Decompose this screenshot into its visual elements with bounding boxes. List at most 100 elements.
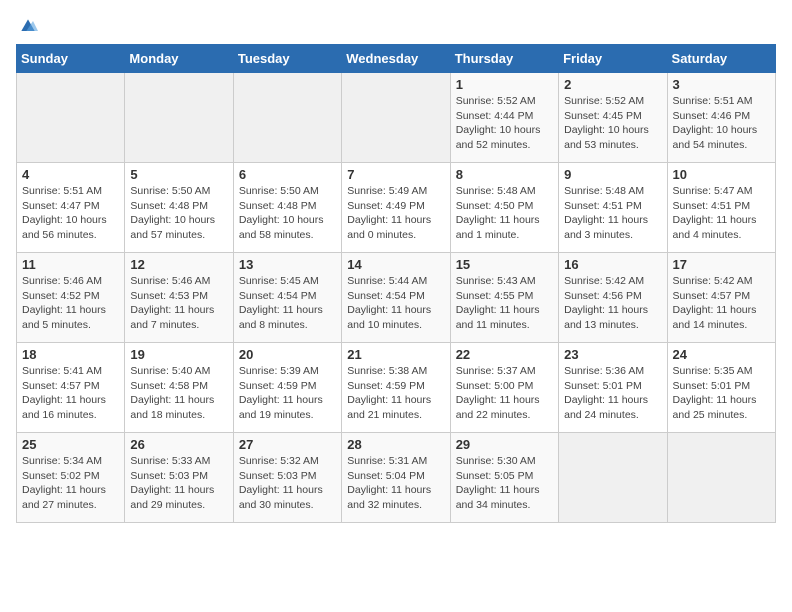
- calendar-cell: 20 Sunrise: 5:39 AMSunset: 4:59 PMDayligh…: [233, 343, 341, 433]
- week-row-3: 11 Sunrise: 5:46 AMSunset: 4:52 PMDayligh…: [17, 253, 776, 343]
- day-number: 10: [673, 167, 770, 182]
- calendar-cell: 24 Sunrise: 5:35 AMSunset: 5:01 PMDayligh…: [667, 343, 775, 433]
- calendar-cell: 12 Sunrise: 5:46 AMSunset: 4:53 PMDayligh…: [125, 253, 233, 343]
- day-number: 5: [130, 167, 227, 182]
- calendar-cell: 10 Sunrise: 5:47 AMSunset: 4:51 PMDayligh…: [667, 163, 775, 253]
- calendar-cell: 11 Sunrise: 5:46 AMSunset: 4:52 PMDayligh…: [17, 253, 125, 343]
- cell-info: Sunrise: 5:47 AMSunset: 4:51 PMDaylight:…: [673, 184, 770, 243]
- header-wednesday: Wednesday: [342, 45, 450, 73]
- calendar-cell: [667, 433, 775, 523]
- calendar-cell: 2 Sunrise: 5:52 AMSunset: 4:45 PMDaylight…: [559, 73, 667, 163]
- calendar-cell: 17 Sunrise: 5:42 AMSunset: 4:57 PMDayligh…: [667, 253, 775, 343]
- cell-info: Sunrise: 5:32 AMSunset: 5:03 PMDaylight:…: [239, 454, 336, 513]
- calendar-cell: 4 Sunrise: 5:51 AMSunset: 4:47 PMDaylight…: [17, 163, 125, 253]
- calendar-cell: 29Sunrise: 5:30 AMSunset: 5:05 PMDayligh…: [450, 433, 558, 523]
- day-number: 20: [239, 347, 336, 362]
- cell-info: Sunrise: 5:44 AMSunset: 4:54 PMDaylight:…: [347, 274, 444, 333]
- cell-info: Sunrise: 5:31 AMSunset: 5:04 PMDaylight:…: [347, 454, 444, 513]
- day-number: 28: [347, 437, 444, 452]
- calendar-cell: 7 Sunrise: 5:49 AMSunset: 4:49 PMDaylight…: [342, 163, 450, 253]
- day-number: 19: [130, 347, 227, 362]
- day-number: 1: [456, 77, 553, 92]
- calendar-cell: 27Sunrise: 5:32 AMSunset: 5:03 PMDayligh…: [233, 433, 341, 523]
- day-number: 23: [564, 347, 661, 362]
- cell-info: Sunrise: 5:43 AMSunset: 4:55 PMDaylight:…: [456, 274, 553, 333]
- cell-info: Sunrise: 5:46 AMSunset: 4:52 PMDaylight:…: [22, 274, 119, 333]
- day-number: 29: [456, 437, 553, 452]
- calendar-cell: 8 Sunrise: 5:48 AMSunset: 4:50 PMDaylight…: [450, 163, 558, 253]
- header-monday: Monday: [125, 45, 233, 73]
- calendar-cell: 25Sunrise: 5:34 AMSunset: 5:02 PMDayligh…: [17, 433, 125, 523]
- day-number: 14: [347, 257, 444, 272]
- cell-info: Sunrise: 5:52 AMSunset: 4:45 PMDaylight:…: [564, 94, 661, 153]
- cell-info: Sunrise: 5:51 AMSunset: 4:46 PMDaylight:…: [673, 94, 770, 153]
- calendar-cell: [342, 73, 450, 163]
- week-row-1: 1 Sunrise: 5:52 AMSunset: 4:44 PMDaylight…: [17, 73, 776, 163]
- day-number: 18: [22, 347, 119, 362]
- cell-info: Sunrise: 5:50 AMSunset: 4:48 PMDaylight:…: [239, 184, 336, 243]
- calendar-header-row: SundayMondayTuesdayWednesdayThursdayFrid…: [17, 45, 776, 73]
- logo: [16, 16, 38, 36]
- calendar-cell: 3 Sunrise: 5:51 AMSunset: 4:46 PMDaylight…: [667, 73, 775, 163]
- logo-icon: [18, 16, 38, 36]
- day-number: 7: [347, 167, 444, 182]
- calendar-cell: 13 Sunrise: 5:45 AMSunset: 4:54 PMDayligh…: [233, 253, 341, 343]
- day-number: 9: [564, 167, 661, 182]
- calendar-cell: 23 Sunrise: 5:36 AMSunset: 5:01 PMDayligh…: [559, 343, 667, 433]
- calendar-cell: 19 Sunrise: 5:40 AMSunset: 4:58 PMDayligh…: [125, 343, 233, 433]
- day-number: 3: [673, 77, 770, 92]
- cell-info: Sunrise: 5:41 AMSunset: 4:57 PMDaylight:…: [22, 364, 119, 423]
- calendar-cell: 1 Sunrise: 5:52 AMSunset: 4:44 PMDaylight…: [450, 73, 558, 163]
- week-row-4: 18 Sunrise: 5:41 AMSunset: 4:57 PMDayligh…: [17, 343, 776, 433]
- header-thursday: Thursday: [450, 45, 558, 73]
- day-number: 6: [239, 167, 336, 182]
- calendar-cell: 14 Sunrise: 5:44 AMSunset: 4:54 PMDayligh…: [342, 253, 450, 343]
- calendar-cell: [559, 433, 667, 523]
- day-number: 12: [130, 257, 227, 272]
- day-number: 17: [673, 257, 770, 272]
- calendar-table: SundayMondayTuesdayWednesdayThursdayFrid…: [16, 44, 776, 523]
- calendar-cell: 21 Sunrise: 5:38 AMSunset: 4:59 PMDayligh…: [342, 343, 450, 433]
- calendar-cell: 22 Sunrise: 5:37 AMSunset: 5:00 PMDayligh…: [450, 343, 558, 433]
- calendar-cell: 28 Sunrise: 5:31 AMSunset: 5:04 PMDayligh…: [342, 433, 450, 523]
- cell-info: Sunrise: 5:48 AMSunset: 4:50 PMDaylight:…: [456, 184, 553, 243]
- cell-info: Sunrise: 5:46 AMSunset: 4:53 PMDaylight:…: [130, 274, 227, 333]
- cell-info: Sunrise: 5:48 AMSunset: 4:51 PMDaylight:…: [564, 184, 661, 243]
- cell-info: Sunrise: 5:51 AMSunset: 4:47 PMDaylight:…: [22, 184, 119, 243]
- cell-info: Sunrise: 5:40 AMSunset: 4:58 PMDaylight:…: [130, 364, 227, 423]
- cell-info: Sunrise: 5:42 AMSunset: 4:57 PMDaylight:…: [673, 274, 770, 333]
- day-number: 21: [347, 347, 444, 362]
- day-number: 22: [456, 347, 553, 362]
- cell-info: Sunrise: 5:38 AMSunset: 4:59 PMDaylight:…: [347, 364, 444, 423]
- cell-info: Sunrise: 5:33 AMSunset: 5:03 PMDaylight:…: [130, 454, 227, 513]
- day-number: 13: [239, 257, 336, 272]
- cell-info: Sunrise: 5:50 AMSunset: 4:48 PMDaylight:…: [130, 184, 227, 243]
- header-friday: Friday: [559, 45, 667, 73]
- cell-info: Sunrise: 5:35 AMSunset: 5:01 PMDaylight:…: [673, 364, 770, 423]
- calendar-cell: 9 Sunrise: 5:48 AMSunset: 4:51 PMDaylight…: [559, 163, 667, 253]
- day-number: 2: [564, 77, 661, 92]
- cell-info: Sunrise: 5:39 AMSunset: 4:59 PMDaylight:…: [239, 364, 336, 423]
- calendar-cell: 15 Sunrise: 5:43 AMSunset: 4:55 PMDayligh…: [450, 253, 558, 343]
- calendar-cell: 26 Sunrise: 5:33 AMSunset: 5:03 PMDayligh…: [125, 433, 233, 523]
- header-tuesday: Tuesday: [233, 45, 341, 73]
- calendar-cell: 18 Sunrise: 5:41 AMSunset: 4:57 PMDayligh…: [17, 343, 125, 433]
- header-sunday: Sunday: [17, 45, 125, 73]
- day-number: 8: [456, 167, 553, 182]
- cell-info: Sunrise: 5:52 AMSunset: 4:44 PMDaylight:…: [456, 94, 553, 153]
- cell-info: Sunrise: 5:37 AMSunset: 5:00 PMDaylight:…: [456, 364, 553, 423]
- day-number: 24: [673, 347, 770, 362]
- cell-info: Sunrise: 5:36 AMSunset: 5:01 PMDaylight:…: [564, 364, 661, 423]
- calendar-cell: [17, 73, 125, 163]
- cell-info: Sunrise: 5:34 AMSunset: 5:02 PMDaylight:…: [22, 454, 119, 513]
- cell-info: Sunrise: 5:49 AMSunset: 4:49 PMDaylight:…: [347, 184, 444, 243]
- calendar-cell: 5 Sunrise: 5:50 AMSunset: 4:48 PMDaylight…: [125, 163, 233, 253]
- day-number: 15: [456, 257, 553, 272]
- day-number: 11: [22, 257, 119, 272]
- cell-info: Sunrise: 5:45 AMSunset: 4:54 PMDaylight:…: [239, 274, 336, 333]
- calendar-cell: [233, 73, 341, 163]
- day-number: 4: [22, 167, 119, 182]
- day-number: 26: [130, 437, 227, 452]
- header-saturday: Saturday: [667, 45, 775, 73]
- week-row-5: 25Sunrise: 5:34 AMSunset: 5:02 PMDayligh…: [17, 433, 776, 523]
